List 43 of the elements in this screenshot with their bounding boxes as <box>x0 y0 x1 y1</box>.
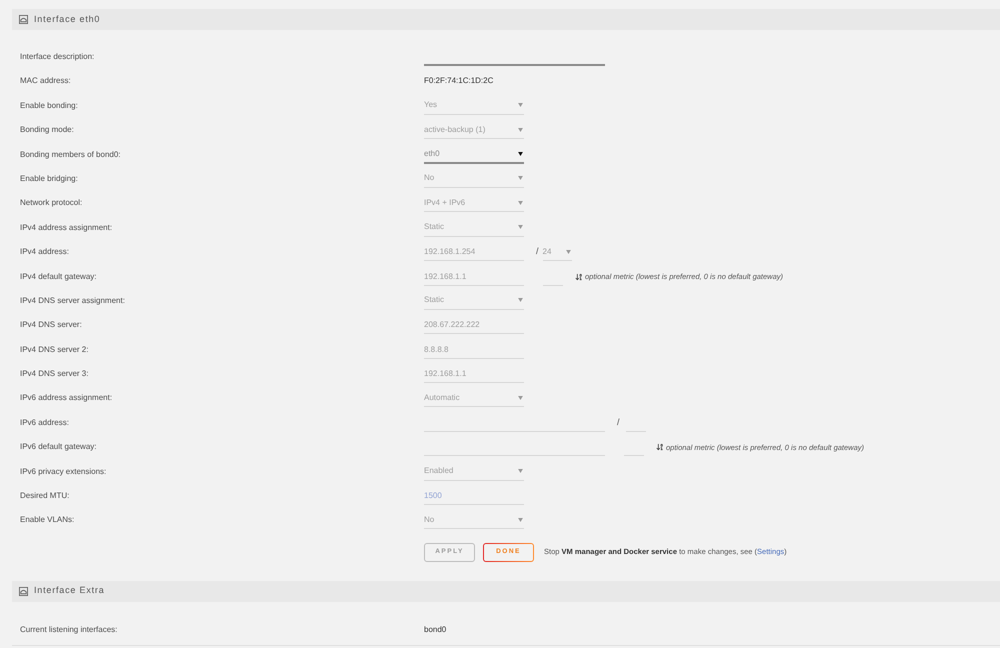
field-label: IPv6 address: <box>20 416 70 429</box>
sort-numeric-icon <box>656 443 664 452</box>
field-label: IPv4 address assignment: <box>20 222 114 234</box>
frame-icon <box>19 586 28 596</box>
field-label: IPv4 DNS server 2: <box>20 344 90 356</box>
caret-icon <box>518 396 523 400</box>
field-label: Enable VLANs: <box>20 514 76 526</box>
frame-icon <box>19 15 28 24</box>
field-label: Enable bonding: <box>20 100 79 112</box>
field-label: MAC address: <box>20 75 72 88</box>
field-label: Desired MTU: <box>20 490 70 502</box>
caret-icon <box>518 152 523 156</box>
field-value: F0:2F:74:1C:1D:2C <box>424 75 494 88</box>
field-label: Bonding mode: <box>20 124 75 136</box>
select-field[interactable]: eth0 <box>424 146 524 164</box>
field-label: Enable bridging: <box>20 172 79 185</box>
caret-icon <box>518 298 523 302</box>
field-label: Interface description: <box>20 50 96 63</box>
field-label: IPv4 default gateway: <box>20 270 98 282</box>
field-label: IPv6 address assignment: <box>20 392 114 404</box>
section-title: Interface Extra <box>34 584 105 598</box>
field-label: IPv4 DNS server 3: <box>20 368 90 380</box>
slash-separator: / <box>536 245 539 258</box>
sort-numeric-icon <box>575 272 583 280</box>
slash-separator: / <box>617 416 620 430</box>
field-label: IPv4 DNS server: <box>20 319 83 332</box>
caret-icon <box>518 469 523 474</box>
field-label: Network protocol: <box>20 197 84 210</box>
field-label: IPv4 DNS server assignment: <box>20 294 126 307</box>
caret-icon <box>518 128 523 132</box>
field-label: IPv4 address: <box>20 246 70 258</box>
caret-icon <box>518 518 523 522</box>
caret-icon <box>518 176 523 180</box>
field-label: Bonding members of bond0: <box>20 148 122 161</box>
field-label: IPv6 default gateway: <box>20 441 98 454</box>
section-title: Interface eth0 <box>34 12 100 26</box>
caret-icon <box>566 250 571 254</box>
caret-icon <box>518 225 523 230</box>
caret-icon <box>518 103 523 108</box>
caret-icon <box>518 200 523 205</box>
field-label: IPv6 privacy extensions: <box>20 466 108 478</box>
field-label: Current listening interfaces: <box>20 624 118 636</box>
field-value: bond0 <box>424 624 446 636</box>
